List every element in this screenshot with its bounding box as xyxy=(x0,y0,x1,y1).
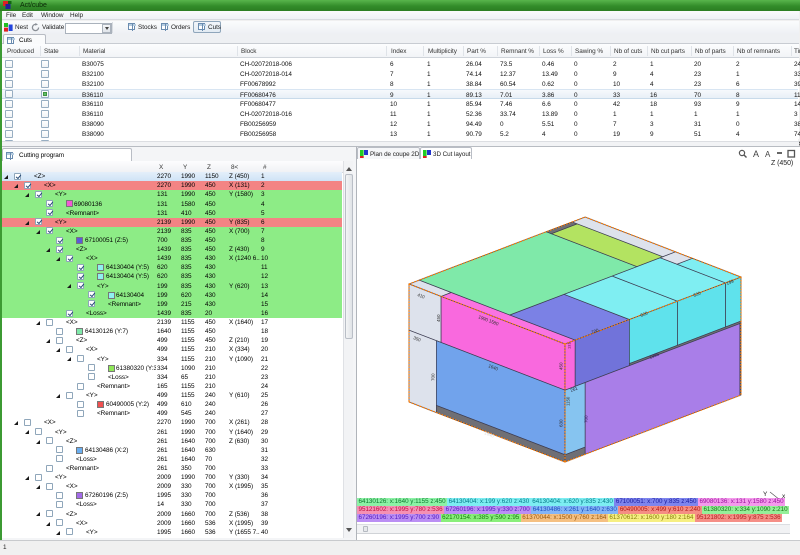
svg-text:1150: 1150 xyxy=(566,396,571,406)
svg-text:630: 630 xyxy=(559,419,564,427)
svg-text:450: 450 xyxy=(436,314,441,322)
svg-text:131: 131 xyxy=(567,342,572,349)
svg-text:700: 700 xyxy=(584,415,589,423)
svg-text:450: 450 xyxy=(559,362,564,370)
svg-text:700: 700 xyxy=(431,373,436,381)
